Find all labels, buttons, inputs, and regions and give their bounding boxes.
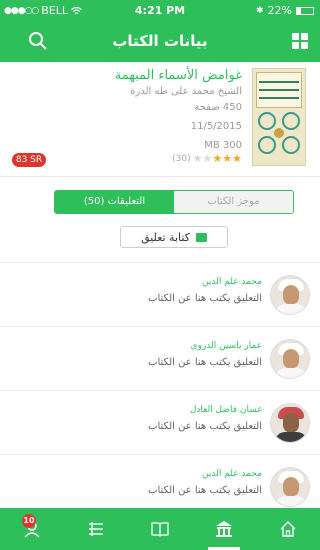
grid-icon[interactable] [292, 33, 308, 49]
home-icon [280, 521, 296, 537]
tab-list[interactable] [64, 508, 128, 550]
cover-line [259, 89, 299, 91]
rating-stars: ★★★★★ [193, 152, 242, 165]
star-empty-icon: ★ [192, 152, 203, 165]
status-right: ✱ 22% [256, 4, 314, 17]
write-comment-button[interactable]: كتابة تعليق [120, 226, 228, 248]
header: بيانات الكتاب [0, 20, 320, 62]
page-title: بيانات الكتاب [112, 32, 208, 50]
bluetooth-icon: ✱ [256, 5, 264, 16]
tab-summary[interactable]: موجز الكتاب [174, 191, 293, 213]
star-filled-icon: ★ [232, 152, 242, 165]
book-details: غوامض الأسماء المبهمة الشيخ محمد على طه … [0, 62, 320, 172]
avatar [270, 403, 310, 443]
notification-badge: 10 [22, 514, 36, 528]
tab-home[interactable] [256, 508, 320, 550]
tab-comments[interactable]: التعليقات (50) [55, 191, 174, 213]
comment-author[interactable]: محمد علم الدين [62, 469, 262, 479]
comment-author[interactable]: عمار ياسين الدروي [62, 341, 262, 351]
cover-pattern [258, 112, 300, 154]
book-tabs: التعليقات (50) موجز الكتاب [54, 190, 294, 214]
comment-text: التعليق يكتب هنا عن الكتاب [148, 485, 262, 496]
tab-library[interactable] [192, 508, 256, 550]
rating-count: (30) [172, 153, 191, 164]
book-date: 11/5/2015 [190, 121, 242, 132]
battery-percent: 22% [267, 4, 292, 17]
list-item[interactable]: محمد علم الدين التعليق يكتب هنا عن الكتا… [0, 262, 320, 326]
book-author[interactable]: الشيخ محمد على طه الدرة [22, 86, 242, 97]
price-badge[interactable]: 83 SR [12, 153, 46, 167]
list-item[interactable]: عمار ياسين الدروي التعليق يكتب هنا عن ال… [0, 326, 320, 390]
avatar [270, 467, 310, 507]
open-book-icon [151, 522, 169, 537]
status-bar: ●●●○○ BELL 4:21 PM ✱ 22% [0, 0, 320, 20]
avatar [270, 339, 310, 379]
book-pages: 450 صفحة [194, 102, 242, 113]
comment-author[interactable]: غسان فاضل العادل [62, 405, 262, 415]
book-rating[interactable]: (30) ★★★★★ [168, 152, 242, 165]
comment-text: التعليق يكتب هنا عن الكتاب [148, 421, 262, 432]
comments-list: محمد علم الدين التعليق يكتب هنا عن الكتا… [0, 262, 320, 518]
list-item[interactable]: غسان فاضل العادل التعليق يكتب هنا عن الك… [0, 390, 320, 454]
book-title: غوامض الأسماء المبهمة [114, 68, 242, 83]
book-info: غوامض الأسماء المبهمة الشيخ محمد على طه … [22, 68, 242, 154]
tab-bar: 10 [0, 508, 320, 550]
comment-text: التعليق يكتب هنا عن الكتاب [148, 293, 262, 304]
tab-reading[interactable] [128, 508, 192, 550]
book-cover[interactable] [252, 68, 306, 166]
avatar [270, 275, 310, 315]
battery-icon [296, 6, 314, 15]
cover-line [259, 97, 299, 99]
library-icon [216, 521, 232, 537]
star-filled-icon: ★ [222, 152, 233, 165]
comment-icon [195, 232, 207, 242]
star-empty-icon: ★ [202, 152, 213, 165]
divider [0, 176, 320, 177]
cover-line [259, 81, 299, 83]
comment-author[interactable]: محمد علم الدين [62, 277, 262, 287]
write-comment-label: كتابة تعليق [141, 230, 190, 244]
star-filled-icon: ★ [212, 152, 223, 165]
tab-profile[interactable]: 10 [0, 508, 64, 550]
comment-text: التعليق يكتب هنا عن الكتاب [148, 357, 262, 368]
list-icon [89, 522, 103, 536]
